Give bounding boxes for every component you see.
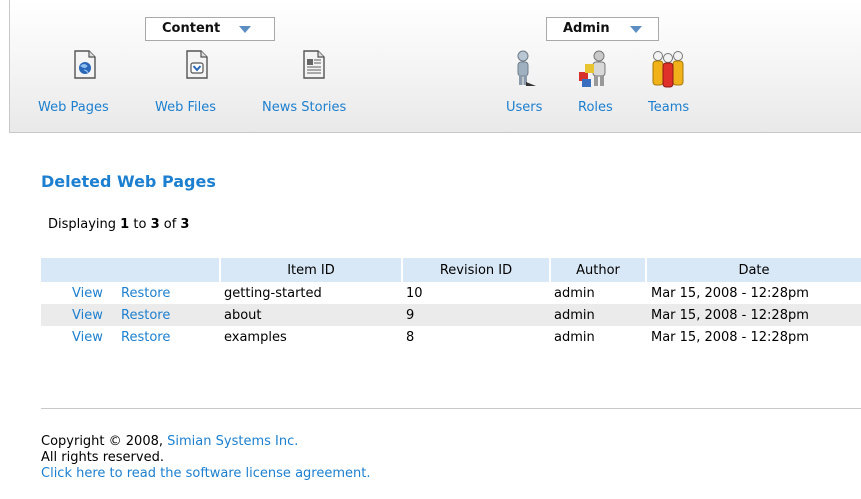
roles-label: Roles <box>578 100 613 115</box>
web-file-icon <box>186 50 208 79</box>
view-link[interactable]: View <box>72 286 103 301</box>
team-icon <box>652 51 684 88</box>
rights-text: All rights reserved. <box>41 450 164 465</box>
row-actions: View Restore <box>41 304 220 326</box>
item-id-cell: about <box>220 304 402 326</box>
content-menu-dropdown[interactable]: Content <box>145 17 275 41</box>
table-row: View Restore getting-started 10 admin Ma… <box>41 282 861 304</box>
revision-id-cell: 8 <box>406 329 415 345</box>
column-header-date[interactable]: Date <box>645 258 861 282</box>
column-header-item-id[interactable]: Item ID <box>219 258 402 282</box>
users-label: Users <box>506 100 543 115</box>
range-total: 3 <box>180 217 190 232</box>
row-actions: View Restore <box>41 282 220 304</box>
displaying-prefix: Displaying <box>48 217 117 232</box>
web-pages-label: Web Pages <box>38 100 109 115</box>
view-link[interactable]: View <box>72 330 103 345</box>
toolbar: Content Admin Web Pages Web Files News S… <box>9 0 861 133</box>
range-to: to <box>133 217 147 232</box>
deleted-pages-table: Item ID Revision ID Author Date View Res… <box>41 258 861 348</box>
restore-link[interactable]: Restore <box>121 308 170 323</box>
company-link[interactable]: Simian Systems Inc. <box>167 434 298 449</box>
table-row: View Restore about 9 admin Mar 15, 2008 … <box>41 304 861 326</box>
column-header-actions <box>41 258 220 282</box>
date-cell: Mar 15, 2008 - 12:28pm <box>651 285 809 301</box>
footer-divider <box>41 408 861 409</box>
license-link[interactable]: Click here to read the software license … <box>41 466 370 482</box>
web-files-label: Web Files <box>155 100 217 115</box>
pagination-summary: Displaying 1 to 3 of 3 <box>48 217 189 232</box>
restore-link[interactable]: Restore <box>121 286 170 301</box>
chevron-down-icon <box>239 26 251 33</box>
user-icon <box>517 50 536 86</box>
date-cell: Mar 15, 2008 - 12:28pm <box>646 304 861 326</box>
row-actions: View Restore <box>41 326 220 348</box>
author-cell: admin <box>550 304 646 326</box>
view-link[interactable]: View <box>72 308 103 323</box>
chevron-down-icon <box>630 26 642 33</box>
copyright-line: Copyright © 2008, Simian Systems Inc. <box>41 434 370 450</box>
range-of: of <box>163 217 177 232</box>
author-cell: admin <box>554 329 595 345</box>
restore-link[interactable]: Restore <box>121 330 170 345</box>
content-menu-label: Content <box>162 21 221 36</box>
column-header-revision-id[interactable]: Revision ID <box>401 258 550 282</box>
web-page-icon <box>74 50 96 79</box>
range-start: 1 <box>120 217 130 232</box>
admin-menu-label: Admin <box>563 21 610 36</box>
revision-id-cell: 9 <box>402 304 550 326</box>
footer: Copyright © 2008, Simian Systems Inc. Al… <box>41 434 370 482</box>
table-header-row: Item ID Revision ID Author Date <box>41 258 861 282</box>
table-row: View Restore examples 8 admin Mar 15, 20… <box>41 326 861 348</box>
range-end: 3 <box>150 217 160 232</box>
copyright-text: Copyright © 2008, <box>41 434 164 449</box>
column-header-author[interactable]: Author <box>549 258 646 282</box>
page-title: Deleted Web Pages <box>41 172 216 191</box>
item-id-cell: getting-started <box>224 285 322 301</box>
news-story-icon <box>303 50 325 79</box>
revision-id-cell: 10 <box>406 285 423 301</box>
teams-label: Teams <box>648 100 690 115</box>
author-cell: admin <box>554 285 595 301</box>
news-stories-label: News Stories <box>262 100 347 115</box>
item-id-cell: examples <box>224 329 287 345</box>
admin-menu-dropdown[interactable]: Admin <box>546 17 659 41</box>
date-cell: Mar 15, 2008 - 12:28pm <box>651 329 809 345</box>
role-icon <box>579 50 606 87</box>
